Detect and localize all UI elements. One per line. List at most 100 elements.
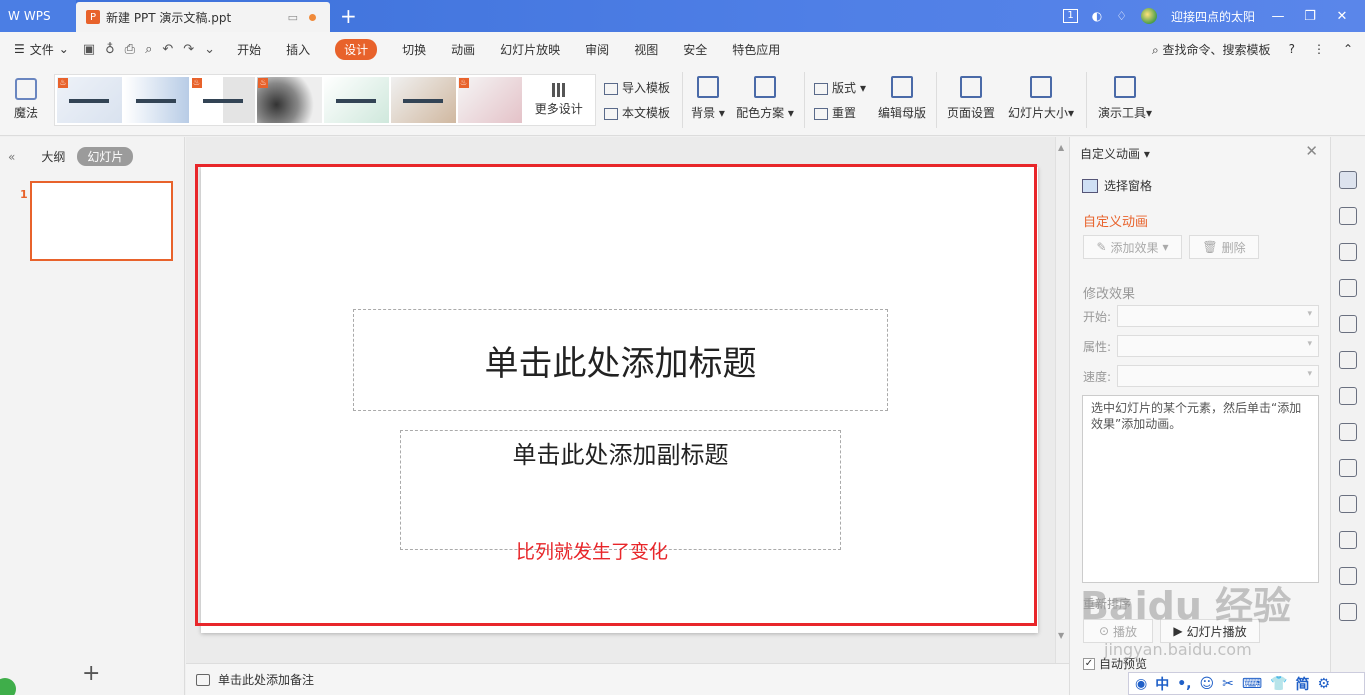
ime-item-chinese[interactable]: 中 [1155,674,1169,694]
slide-size-button[interactable]: 幻灯片大小▾ [1004,76,1078,121]
backup-icon[interactable] [1339,531,1357,549]
watermark-url: jingyan.baidu.com [1104,640,1252,659]
ime-item-settings[interactable]: ⚙ [1318,676,1331,692]
scroll-up-icon[interactable]: ▲ [1058,143,1064,152]
properties-icon[interactable] [1339,279,1357,297]
tab-slides[interactable]: 幻灯片 [77,147,134,166]
tab-security[interactable]: 安全 [683,41,707,58]
avatar[interactable] [1140,8,1157,24]
template-thumb-6[interactable] [390,77,456,123]
edit-master-button[interactable]: 编辑母版 [876,76,928,121]
slide-size-icon [1030,76,1052,98]
picture-icon[interactable] [1339,459,1357,477]
reset-icon [814,107,828,120]
add-slide-button[interactable]: + [82,661,100,686]
template-thumb-7[interactable]: ♨ [457,77,523,123]
reset-button[interactable]: 重置 [814,101,866,126]
undo-icon[interactable]: ↶ [162,42,173,57]
new-tab-button[interactable]: + [340,4,357,28]
help-circle-icon[interactable] [1339,603,1357,621]
tab-slideshow[interactable]: 幻灯片放映 [500,41,560,58]
ime-item-emoji[interactable]: ☺ [1200,676,1215,692]
template-thumb-1[interactable]: ♨ [57,77,122,123]
color-scheme-button[interactable]: 配色方案 ▾ [736,76,794,121]
import-template-button[interactable]: 导入模板 [604,76,670,101]
ime-item-simplified[interactable]: 简 [1296,674,1310,694]
add-effect-button[interactable]: ✎ 添加效果 ▾ [1083,235,1182,259]
transition-icon[interactable] [1339,207,1357,225]
help-icon[interactable]: ? [1289,42,1295,56]
magic-button[interactable]: 魔法 [12,78,40,121]
slide-thumbnail[interactable] [30,181,173,261]
star-icon[interactable] [1339,351,1357,369]
close-panel-icon[interactable]: ✕ [1305,142,1318,160]
customize-icon[interactable]: ⌄ [204,42,215,57]
save-icon[interactable]: ▣ [83,42,95,57]
tab-animation[interactable]: 动画 [451,41,475,58]
ime-logo-icon[interactable]: ◉ [1135,676,1147,692]
redo-icon[interactable]: ↷ [183,42,194,57]
template-thumb-4[interactable]: ♨ [257,77,323,123]
print-preview-icon[interactable]: ⌕ [145,42,152,57]
delete-button[interactable]: 🗑 删除 [1189,235,1259,259]
notes-bar[interactable]: 单击此处添加备注 [186,663,1069,695]
title-placeholder[interactable]: 单击此处添加标题 [353,309,888,411]
ime-item-scissors[interactable]: ✂ [1222,676,1234,692]
tab-design[interactable]: 设计 [335,38,378,60]
property-select[interactable] [1117,335,1320,357]
restore-icon[interactable]: ❐ [1301,9,1319,24]
share-icon[interactable] [1339,423,1357,441]
tab-transition[interactable]: 切换 [402,41,426,58]
speed-select[interactable] [1117,365,1320,387]
tab-home[interactable]: 开始 [237,41,261,58]
collapse-panel-icon[interactable]: « [8,150,15,164]
animation-pane-icon[interactable] [1339,171,1357,189]
panel-title: 自定义动画 [1083,215,1149,230]
document-tab[interactable]: P 新建 PPT 演示文稿.ppt ▭ [76,2,330,32]
page-setup-button[interactable]: 页面设置 [944,76,998,121]
collapse-ribbon-icon[interactable]: ⌃ [1343,42,1353,56]
ime-item-keyboard[interactable]: ⌨ [1242,676,1262,692]
subtitle-placeholder[interactable]: 单击此处添加副标题 [400,430,841,550]
print-icon[interactable]: ⎙ [125,42,135,57]
layout-button[interactable]: 版式 ▾ [814,76,866,101]
close-icon[interactable]: ✕ [1333,9,1351,24]
archive-icon[interactable] [1339,387,1357,405]
background-button[interactable]: 背景 ▾ [690,76,726,121]
start-select[interactable] [1117,305,1320,327]
window-count-badge[interactable]: 1 [1063,9,1078,23]
template-thumb-2[interactable] [123,77,189,123]
shapes-icon[interactable] [1339,243,1357,261]
shirt-icon[interactable]: ♢ [1116,9,1127,23]
selection-pane-button[interactable]: 选择窗格 [1082,177,1152,194]
ime-item-skin[interactable]: 👕 [1270,676,1287,692]
minimize-icon[interactable]: — [1269,9,1287,24]
tab-outline[interactable]: 大纲 [41,148,65,165]
tab-review[interactable]: 审阅 [585,41,609,58]
monitor-icon[interactable]: ▭ [288,11,298,24]
more-icon[interactable]: ⋮ [1313,42,1325,56]
vertical-scrollbar[interactable]: ▲ ▼ [1055,137,1069,663]
clock-icon[interactable] [1339,567,1357,585]
image-icon[interactable] [1339,315,1357,333]
template-thumb-3[interactable]: ♨ [190,77,256,123]
tab-view[interactable]: 视图 [634,41,658,58]
tab-insert[interactable]: 插入 [286,41,310,58]
template-thumb-5[interactable] [324,77,389,123]
animation-list[interactable]: 选中幻灯片的某个元素，然后单击“添加效果”添加动画。 [1082,395,1319,583]
command-search[interactable]: ⌕ 查找命令、搜索模板 [1152,41,1271,58]
tab-features[interactable]: 特色应用 [732,41,780,58]
user-name[interactable]: 迎接四点的太阳 [1171,8,1255,25]
scroll-down-icon[interactable]: ▼ [1058,631,1064,640]
more-design-button[interactable]: 更多设计 [524,77,593,123]
ime-item-punct[interactable]: •, [1177,676,1191,692]
design-gallery: ♨ ♨ ♨ ♨ 更多设计 [54,74,596,126]
file-menu[interactable]: ☰ 文件 ⌄ [14,41,69,58]
format-painter-icon[interactable]: ♁ [105,42,115,57]
panel-header[interactable]: 自定义动画 ▾ [1080,145,1150,162]
sound-icon[interactable] [1339,495,1357,513]
presentation-tools-button[interactable]: 演示工具▾ [1094,76,1156,121]
wps-home-tab[interactable]: W WPS [0,0,76,32]
skin-icon[interactable]: ◐ [1092,9,1102,23]
this-template-button[interactable]: 本文模板 [604,101,670,126]
